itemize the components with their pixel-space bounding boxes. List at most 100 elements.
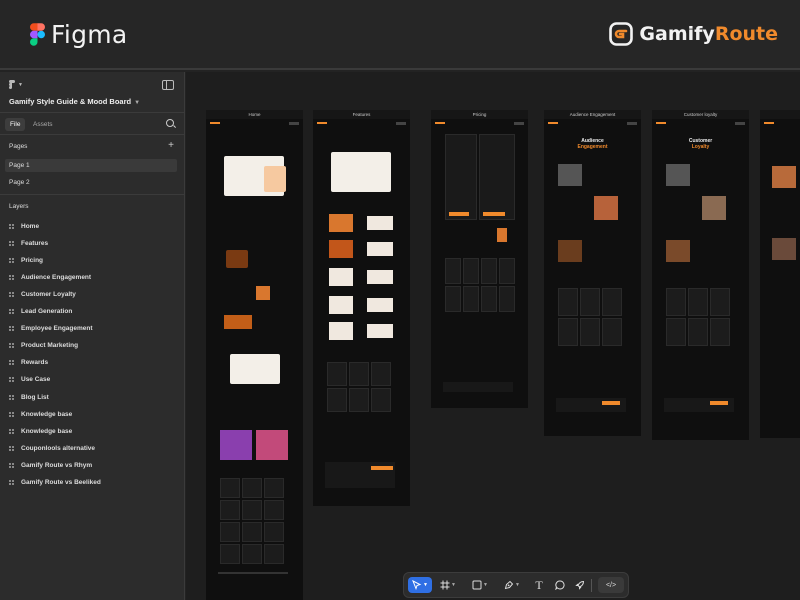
frame-3[interactable]: Audience Engagement Audience Engagement	[544, 110, 641, 436]
actions-tool[interactable]	[572, 577, 588, 593]
frame-2[interactable]: Pricing	[431, 110, 528, 408]
page-item-1[interactable]: Page 1	[5, 159, 177, 172]
feature-image	[329, 296, 353, 314]
frame-layer-icon	[9, 394, 14, 400]
gamifyroute-brand: Gamify Route	[609, 22, 778, 46]
frame-title-bar: Features	[313, 110, 410, 119]
testimonial-card	[666, 318, 686, 346]
divider	[0, 112, 185, 113]
pricing-card	[445, 134, 477, 220]
frame-layer-icon	[9, 223, 14, 229]
feature-photo	[666, 164, 690, 186]
testimonial-card	[371, 388, 391, 412]
layer-item[interactable]: Customer Loyalty	[9, 288, 76, 300]
arrow-illustration	[497, 228, 507, 242]
chevron-down-icon: ▼	[18, 81, 23, 88]
design-canvas[interactable]: HomeHomeFeaturesFeaturesPricingPricingAu…	[186, 72, 800, 600]
frame-layer-icon	[9, 360, 14, 366]
frame-title-bar: Customer loyalty	[652, 110, 749, 119]
text-tool[interactable]: T	[531, 577, 547, 593]
layer-item[interactable]: Product Marketing	[9, 340, 78, 352]
add-page-button[interactable]: +	[168, 141, 174, 151]
sidebar-toggle-icon[interactable]	[162, 80, 174, 90]
testimonial-card	[602, 288, 622, 316]
testimonial-card	[327, 388, 347, 412]
divider	[0, 134, 185, 135]
toolbar-separator	[591, 579, 592, 592]
layer-label: Pricing	[21, 256, 44, 264]
nav-logo	[435, 122, 445, 124]
layer-item[interactable]: Knowledge base	[9, 408, 72, 420]
layer-label: Customer Loyalty	[21, 290, 76, 298]
comment-tool[interactable]	[552, 577, 568, 593]
testimonial-card	[220, 544, 240, 564]
layer-item[interactable]: Knowledge base	[9, 425, 72, 437]
layer-item[interactable]: Use Case	[9, 374, 50, 386]
page-item-2[interactable]: Page 2	[5, 176, 177, 189]
pen-tool[interactable]: ▼	[500, 577, 524, 593]
feature-illustration	[226, 250, 248, 268]
layer-item[interactable]: Gamify Route vs Beeliked	[9, 477, 101, 489]
frame-1[interactable]: Features	[313, 110, 410, 506]
layer-item[interactable]: Lead Generation	[9, 306, 72, 318]
cta-button	[710, 401, 728, 405]
frame-layer-icon	[9, 411, 14, 417]
layer-item[interactable]: Employee Engagement	[9, 323, 93, 335]
feature-photo	[702, 196, 726, 220]
nav-button	[514, 122, 524, 125]
brand-word-route: Route	[714, 23, 778, 45]
section-heading-accent: Loyalty	[691, 144, 710, 150]
layer-label: Use Case	[21, 376, 51, 384]
layer-label: Features	[21, 239, 49, 247]
layer-label: Lead Generation	[21, 308, 73, 315]
gamifyroute-logo-icon	[609, 22, 634, 46]
frame-title-bar	[760, 110, 800, 119]
testimonial-card	[264, 500, 284, 520]
feature-photo	[558, 240, 582, 262]
layer-label: Knowledge base	[21, 410, 73, 418]
dev-mode-toggle[interactable]: </>	[598, 577, 624, 593]
testimonial-card	[580, 288, 600, 316]
layer-label: Home	[21, 222, 40, 230]
search-icon[interactable]	[166, 119, 174, 127]
frame-layer-icon	[9, 343, 14, 349]
rocket-icon	[575, 580, 585, 590]
project-title[interactable]: Gamify Style Guide & Mood Board ▼	[9, 97, 140, 106]
feature-image	[367, 216, 393, 230]
cursor-arrow-icon	[412, 580, 422, 590]
testimonial-card	[602, 318, 622, 346]
frame-5[interactable]	[760, 110, 800, 438]
testimonial-card	[481, 286, 497, 312]
testimonial-card	[445, 258, 461, 284]
tab-file[interactable]: File	[5, 118, 26, 131]
nav-button	[396, 122, 406, 125]
nav-logo	[210, 122, 220, 124]
cta-button	[602, 401, 620, 405]
shape-tool[interactable]: ▼	[468, 577, 492, 593]
tab-assets[interactable]: Assets	[33, 121, 53, 128]
frame-icon	[440, 580, 450, 590]
layer-item[interactable]: Blog List	[9, 391, 49, 403]
layer-item[interactable]: Pricing	[9, 254, 43, 266]
layers-heading: Layers	[9, 203, 29, 210]
figma-wordmark: Figma	[51, 20, 128, 49]
frame-tool[interactable]: ▼	[437, 577, 459, 593]
nav-button	[735, 122, 745, 125]
move-tool[interactable]: ▼	[408, 577, 432, 593]
layer-item[interactable]: Couponlools alternative	[9, 442, 95, 454]
layer-item[interactable]: Gamify Route vs Rhym	[9, 459, 92, 471]
collage-image	[220, 430, 252, 460]
frame-4[interactable]: Customer loyalty Customer Loyalty	[652, 110, 749, 440]
feature-illustration	[224, 315, 252, 329]
main-menu-button[interactable]: ▼	[9, 80, 23, 89]
feature-image	[329, 214, 353, 232]
frame-title-bar: Home	[206, 110, 303, 119]
layer-item[interactable]: Features	[9, 237, 48, 249]
layer-item[interactable]: Audience Engagement	[9, 271, 91, 283]
layer-item[interactable]: Home	[9, 220, 39, 232]
frame-0[interactable]: Home	[206, 110, 303, 600]
pricing-button	[483, 212, 505, 216]
layer-item[interactable]: Rewards	[9, 357, 48, 369]
feature-image	[367, 298, 393, 312]
cta-button	[371, 466, 393, 470]
